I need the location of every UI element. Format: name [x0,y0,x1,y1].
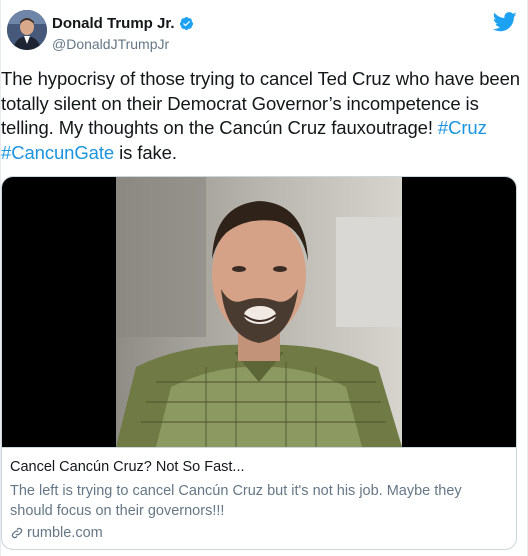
tweet-text-end: is fake. [114,141,177,163]
card-description: The left is trying to cancel Cancún Cruz… [10,483,462,519]
video-frame [116,177,402,447]
hashtag-link[interactable]: #CancunGate [1,142,114,163]
display-name[interactable]: Donald Trump Jr. [52,15,175,32]
link-card[interactable]: Cancel Cancún Cruz? Not So Fast... The l… [1,176,517,550]
link-icon [11,527,23,539]
tweet-header: Donald Trump Jr. @DonaldJTrumpJr [1,0,528,64]
tweet-text: The hypocrisy of those trying to cancel … [1,67,521,165]
hashtag-link[interactable]: #Cruz [438,117,487,138]
tweet: Donald Trump Jr. @DonaldJTrumpJr The hyp… [0,0,528,556]
name-row: Donald Trump Jr. [52,15,194,32]
video-thumbnail[interactable] [2,177,516,447]
handle[interactable]: @DonaldJTrumpJr [52,36,169,52]
card-domain-text: rumble.com [27,525,103,541]
card-info[interactable]: Cancel Cancún Cruz? Not So Fast... The l… [2,447,516,549]
verified-badge-icon [179,16,193,31]
avatar[interactable] [7,10,47,50]
twitter-bird-icon[interactable] [493,12,517,32]
card-title: Cancel Cancún Cruz? Not So Fast... [10,459,245,475]
card-domain: rumble.com [10,525,508,541]
